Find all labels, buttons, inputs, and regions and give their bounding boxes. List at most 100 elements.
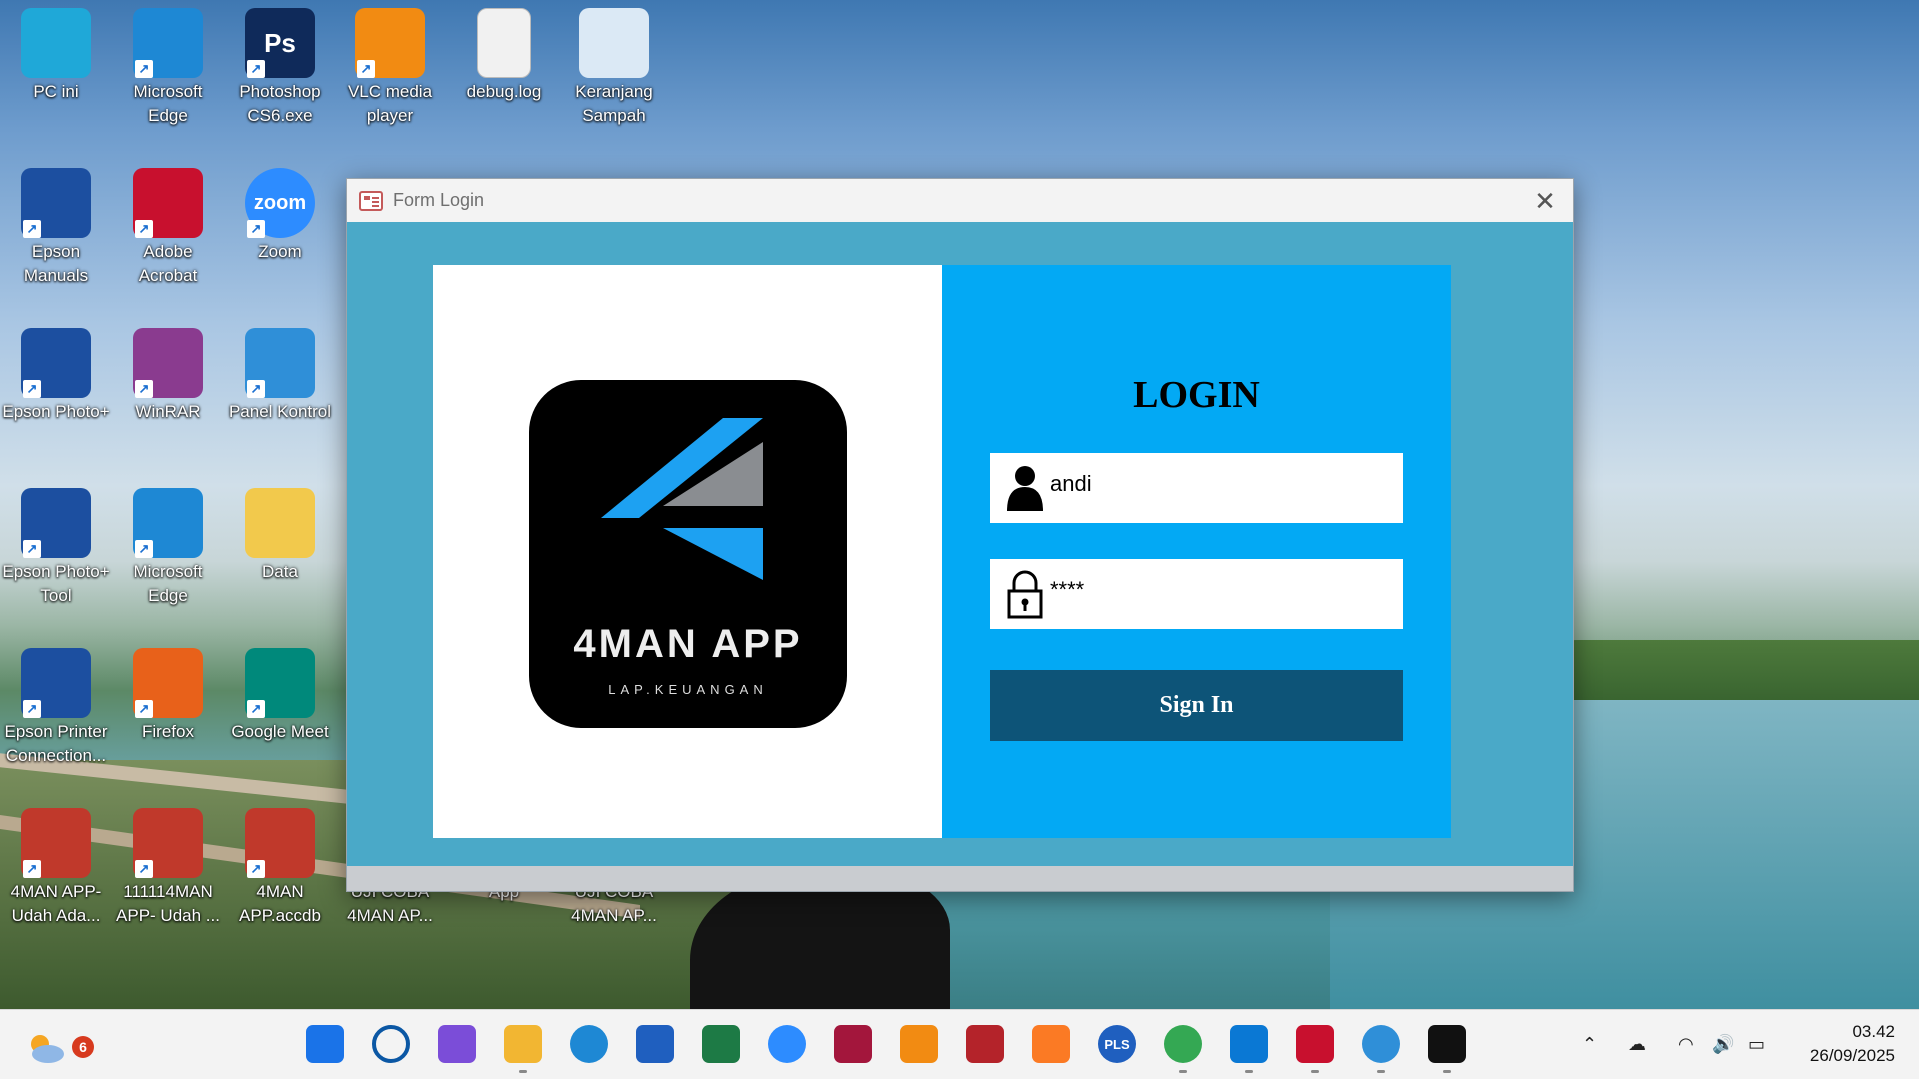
firefox-icon: ↗ <box>133 648 203 718</box>
copilot-icon[interactable] <box>438 1025 476 1063</box>
xampp-icon[interactable] <box>1032 1025 1070 1063</box>
running-indicator <box>519 1070 527 1073</box>
running-indicator <box>1443 1070 1451 1073</box>
winrar-icon: ↗ <box>133 328 203 398</box>
login-panel: LOGIN andi **** Sign In <box>942 265 1451 838</box>
access-file-icon: ↗ <box>245 808 315 878</box>
username-input[interactable]: andi <box>1050 471 1092 497</box>
epson-photo-icon: ↗ <box>21 328 91 398</box>
desktop-shortcut-label: WinRAR <box>135 402 201 421</box>
epson-printer-icon: ↗ <box>21 648 91 718</box>
windows-start-icon[interactable] <box>306 1025 344 1063</box>
desktop-shortcut-label: PC ini <box>33 82 79 101</box>
shortcut-arrow-icon: ↗ <box>247 700 265 718</box>
vlc-icon[interactable] <box>900 1025 938 1063</box>
window-titlebar[interactable]: Form Login ✕ <box>347 179 1573 222</box>
sign-in-button[interactable]: Sign In <box>990 670 1403 741</box>
battery-icon[interactable]: ▭ <box>1748 1034 1765 1055</box>
desktop-shortcut[interactable]: Ps ↗ Photoshop CS6.exe <box>226 8 334 128</box>
desktop-shortcut-label: Zoom <box>258 242 302 261</box>
sync-icon[interactable] <box>1362 1025 1400 1073</box>
desktop-shortcut-label: debug.log <box>466 82 542 101</box>
desktop-shortcut-label: Data <box>262 562 298 581</box>
desktop-shortcut-label: Epson Printer Connection... <box>4 722 108 765</box>
acrobat-icon: ↗ <box>133 168 203 238</box>
desktop-shortcut[interactable]: ↗ 4MAN APP- Udah Ada... <box>2 808 110 928</box>
photoshop-icon: Ps ↗ <box>245 8 315 78</box>
desktop-shortcut-label: 4MAN APP- Udah Ada... <box>10 882 102 925</box>
chrome-icon[interactable] <box>1164 1025 1202 1073</box>
close-icon[interactable]: ✕ <box>1531 187 1559 215</box>
access-file-icon: ↗ <box>133 808 203 878</box>
search-icon[interactable] <box>372 1025 410 1063</box>
password-input[interactable]: **** <box>1050 577 1084 603</box>
desktop-shortcut-label: Google Meet <box>231 722 329 741</box>
running-indicator <box>1245 1070 1253 1073</box>
monitor-icon <box>21 8 91 78</box>
shortcut-arrow-icon: ↗ <box>23 860 41 878</box>
desktop-shortcut[interactable]: ↗ Adobe Acrobat <box>114 168 222 288</box>
app-logo: 4MAN APP LAP.KEUANGAN <box>529 380 847 728</box>
form-body: 4MAN APP LAP.KEUANGAN LOGIN andi **** Si… <box>347 222 1573 866</box>
shortcut-arrow-icon: ↗ <box>23 220 41 238</box>
desktop-shortcut-label: Photoshop CS6.exe <box>239 82 321 125</box>
desktop-shortcut-label: 4MAN APP.accdb <box>239 882 321 925</box>
shortcut-arrow-icon: ↗ <box>247 380 265 398</box>
edge-icon[interactable] <box>570 1025 608 1063</box>
excel-icon[interactable] <box>702 1025 740 1063</box>
desktop-shortcut[interactable]: ↗ Epson Printer Connection... <box>2 648 110 768</box>
desktop-shortcut[interactable]: ↗ VLC media player <box>336 8 444 128</box>
zoom-icon[interactable] <box>768 1025 806 1063</box>
desktop-shortcut[interactable]: ↗ Epson Photo+ Tool <box>2 488 110 608</box>
weather-badge: 6 <box>72 1036 94 1058</box>
desktop-shortcut[interactable]: ↗ Google Meet <box>226 648 334 744</box>
recycle-bin-icon <box>579 8 649 78</box>
desktop-shortcut[interactable]: ↗ 111114MAN APP- Udah ... <box>114 808 222 928</box>
desktop-shortcut[interactable]: debug.log <box>450 8 558 104</box>
desktop-shortcut[interactable]: ↗ Microsoft Edge <box>114 488 222 608</box>
edge-icon: ↗ <box>133 488 203 558</box>
running-indicator <box>1377 1070 1385 1073</box>
folder-icon <box>245 488 315 558</box>
shortcut-arrow-icon: ↗ <box>23 540 41 558</box>
wifi-icon[interactable]: ◠ <box>1678 1034 1694 1055</box>
vscode-icon[interactable] <box>1230 1025 1268 1073</box>
desktop-shortcut[interactable]: ↗ Panel Kontrol <box>226 328 334 424</box>
shortcut-arrow-icon: ↗ <box>135 700 153 718</box>
desktop-shortcut[interactable]: Keranjang Sampah <box>560 8 668 128</box>
desktop-shortcut[interactable]: Data <box>226 488 334 584</box>
desktop-shortcut[interactable]: ↗ Epson Photo+ <box>2 328 110 424</box>
show-hidden-icons-icon[interactable]: ⌃ <box>1582 1034 1597 1055</box>
desktop-shortcut[interactable]: zoom ↗ Zoom <box>226 168 334 264</box>
pls-icon[interactable]: PLS <box>1098 1025 1136 1063</box>
username-field[interactable]: andi <box>990 453 1403 523</box>
edge-icon: ↗ <box>133 8 203 78</box>
clock-date: 26/09/2025 <box>1809 1046 1895 1065</box>
desktop-shortcut[interactable]: ↗ Firefox <box>114 648 222 744</box>
word-icon[interactable] <box>636 1025 674 1063</box>
desktop-shortcut[interactable]: ↗ 4MAN APP.accdb <box>226 808 334 928</box>
acrobat-icon[interactable] <box>1296 1025 1334 1073</box>
desktop-shortcut[interactable]: PC ini <box>2 8 110 104</box>
volume-icon[interactable]: 🔊 <box>1712 1034 1734 1055</box>
desktop-shortcut[interactable]: ↗ WinRAR <box>114 328 222 424</box>
desktop-shortcut-label: Panel Kontrol <box>228 402 332 421</box>
system-clock[interactable]: 03.42 26/09/2025 <box>1810 1020 1895 1068</box>
weather-widget[interactable]: 6 <box>24 1026 94 1064</box>
4man-app-icon[interactable] <box>1428 1025 1466 1073</box>
shortcut-arrow-icon: ↗ <box>23 700 41 718</box>
running-indicator <box>1311 1070 1319 1073</box>
logo-panel: 4MAN APP LAP.KEUANGAN <box>433 265 942 838</box>
weather-cloud-icon <box>31 1035 64 1063</box>
onedrive-offline-icon[interactable]: ☁ <box>1628 1034 1646 1055</box>
mendeley-icon[interactable] <box>834 1025 872 1063</box>
document-icon <box>477 8 531 78</box>
desktop-shortcut[interactable]: ↗ Epson Manuals <box>2 168 110 288</box>
desktop-shortcut[interactable]: ↗ Microsoft Edge <box>114 8 222 128</box>
shortcut-arrow-icon: ↗ <box>247 60 265 78</box>
file-explorer-icon[interactable] <box>504 1025 542 1073</box>
access-icon[interactable] <box>966 1025 1004 1063</box>
clock-time: 03.42 <box>1852 1022 1895 1041</box>
desktop-shortcut-label: Adobe Acrobat <box>138 242 198 285</box>
password-field[interactable]: **** <box>990 559 1403 629</box>
